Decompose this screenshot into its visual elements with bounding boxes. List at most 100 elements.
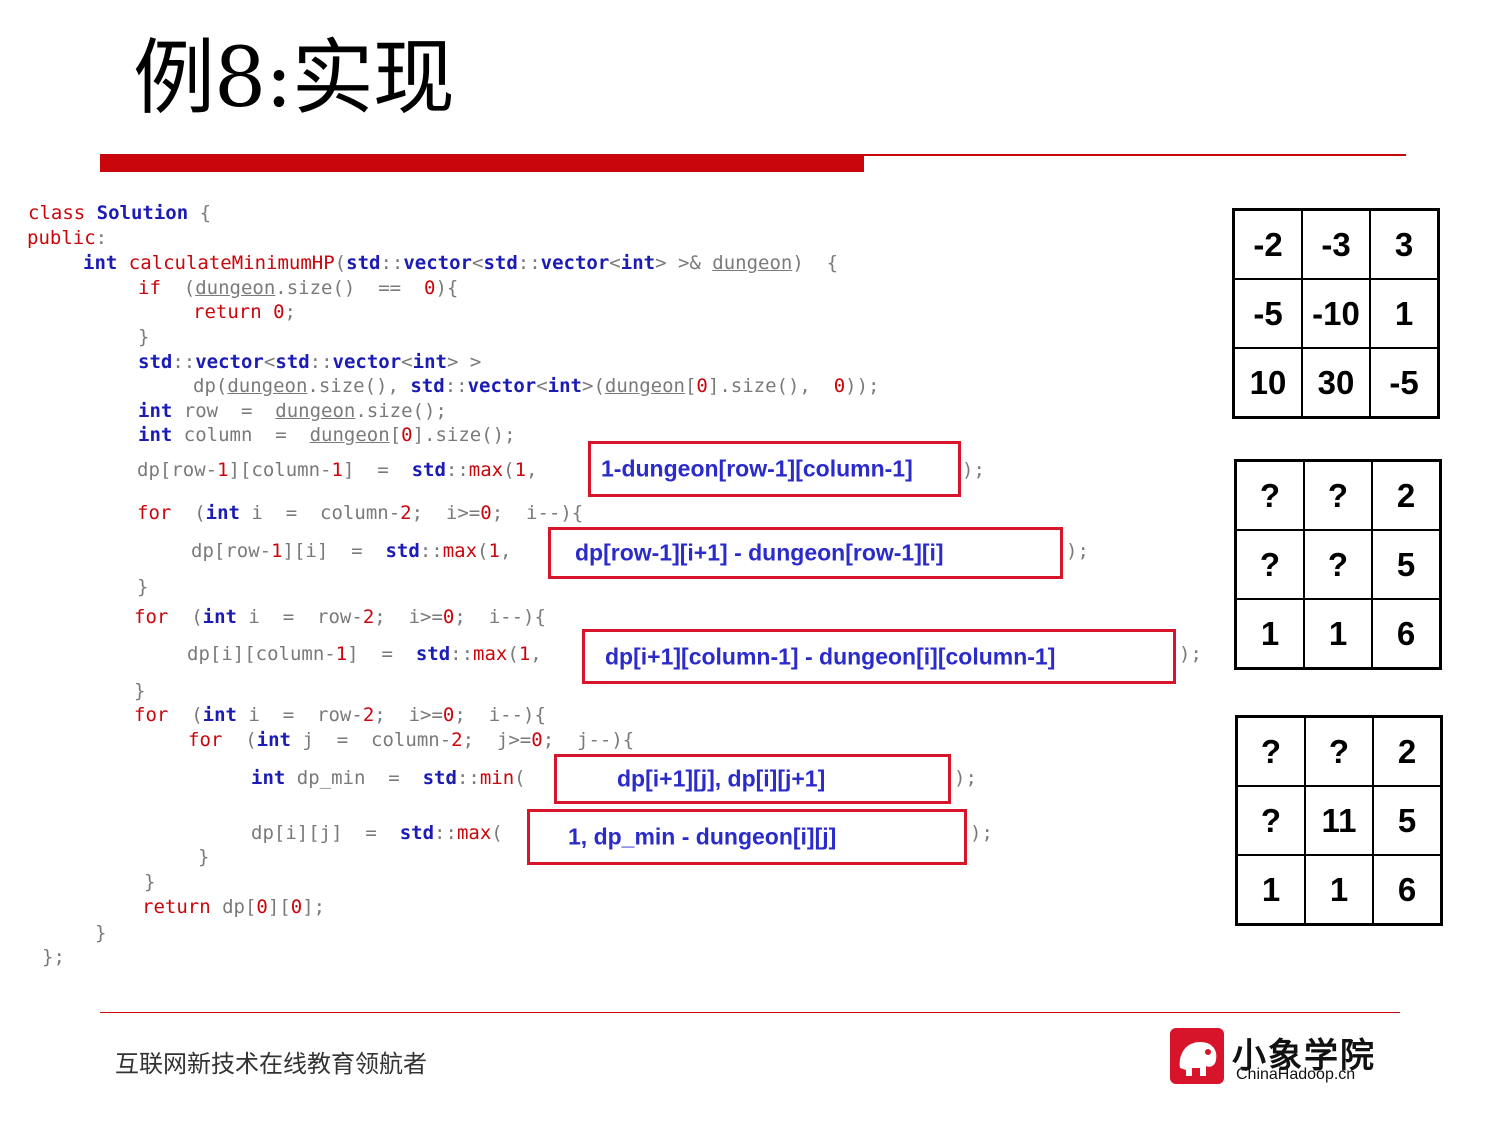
- grid-cell: -3: [1301, 208, 1371, 280]
- code-token: int: [138, 424, 173, 446]
- code-token: dungeon: [227, 375, 308, 397]
- code-line: dp[row-1][column-1] = std::max(1,: [137, 458, 537, 482]
- code-line: class Solution {: [28, 201, 211, 225]
- code-token: dungeon: [275, 400, 356, 422]
- grid-cell: 3: [1369, 208, 1440, 280]
- code-tail: );: [954, 767, 977, 789]
- grid-cell: ?: [1303, 459, 1373, 531]
- code-token: dungeon: [712, 252, 793, 274]
- code-token: <: [263, 351, 276, 373]
- code-token: dungeon: [309, 424, 390, 446]
- grid-cell: 5: [1372, 785, 1443, 856]
- grid-row: ?? 2: [1234, 459, 1442, 531]
- grid-cell: ?: [1304, 715, 1374, 787]
- code-token: ){: [435, 277, 459, 299]
- grid-row: -2 -3 3: [1232, 208, 1440, 280]
- code-token: ][i] =: [282, 540, 386, 562]
- grid-cell: -5: [1369, 347, 1440, 419]
- code-line: }: [144, 870, 155, 894]
- grid-cell: ?: [1234, 529, 1305, 600]
- grid-row: 10 30 -5: [1232, 347, 1440, 419]
- code-line: }: [134, 679, 145, 703]
- code-token: min: [479, 767, 515, 789]
- code-token: (: [507, 643, 519, 665]
- code-line: for (int j = column-2; j>=0; j--){: [188, 728, 634, 752]
- code-token: 1: [217, 459, 229, 481]
- grid-row: 116: [1234, 598, 1442, 670]
- code-token: <: [471, 252, 484, 274]
- code-token: i = column-: [239, 502, 401, 524]
- code-token: ].size(),: [707, 375, 834, 397]
- highlight-box: dp[i+1][column-1] - dungeon[i][column-1]: [582, 629, 1176, 684]
- code-line: dp[row-1][i] = std::max(1,: [191, 539, 511, 563]
- code-token: calculateMinimumHP: [117, 252, 335, 274]
- code-token: dungeon: [195, 277, 276, 299]
- code-token: std: [422, 767, 457, 789]
- code-token: class: [28, 202, 97, 224]
- brand-logo: 小象学院 ChinaHadoop.cn: [1170, 1028, 1390, 1086]
- grid-cell: ?: [1235, 785, 1306, 856]
- code-token: ::: [380, 252, 404, 274]
- code-token: ::: [444, 375, 468, 397]
- code-line: dp(dungeon.size(), std::vector<int>(dung…: [193, 374, 880, 398]
- highlight-text: dp[i+1][j], dp[i][j+1]: [617, 765, 826, 792]
- code-line: return 0;: [193, 300, 296, 324]
- dp-grid: -2 -3 3 -5 -10 1 10 30 -5: [1232, 208, 1440, 419]
- code-token: for: [188, 729, 223, 751]
- code-token: 2: [451, 729, 463, 751]
- code-line: for (int i = column-2; i>=0; i--){: [137, 501, 583, 525]
- code-token: }: [144, 871, 156, 893]
- code-line: for (int i = row-2; i>=0; i--){: [134, 703, 546, 727]
- code-token: vector: [403, 252, 472, 274]
- code-line: int calculateMinimumHP(std::vector<std::…: [83, 251, 838, 275]
- code-line: dp[i][column-1] = std::max(1,: [187, 642, 542, 666]
- code-token: 0: [833, 375, 846, 397]
- code-token: int: [620, 252, 656, 274]
- code-token: vector: [467, 375, 537, 397]
- code-token: for: [134, 606, 169, 628]
- code-token: std: [346, 252, 381, 274]
- code-token: int: [83, 252, 118, 274]
- code-token: ;: [284, 301, 296, 323]
- code-token: std: [415, 643, 451, 665]
- code-token: int: [202, 704, 237, 726]
- code-token: (: [168, 606, 203, 628]
- code-token: dp[: [210, 896, 257, 918]
- code-line: int dp_min = std::min(: [251, 766, 526, 790]
- grid-row: 116: [1235, 854, 1443, 926]
- grid-cell: 1: [1235, 854, 1306, 926]
- code-tail: );: [1179, 643, 1202, 665]
- code-token: ; i--){: [454, 606, 546, 628]
- code-token: ; i>=: [374, 606, 443, 628]
- code-token: {: [188, 202, 212, 224]
- code-token: dp[i][column-: [187, 643, 336, 665]
- code-token: int: [202, 606, 237, 628]
- code-token: 1: [518, 643, 531, 665]
- code-token: ][column-: [228, 459, 332, 481]
- code-token: return: [193, 301, 262, 323]
- dp-grid: ?? 2?? 5 1 1 6: [1234, 459, 1442, 670]
- code-token: (: [160, 277, 196, 299]
- highlight-box: dp[i+1][j], dp[i][j+1]: [554, 754, 951, 804]
- code-token: std: [385, 540, 420, 562]
- code-token: 1: [514, 459, 527, 481]
- highlight-box: dp[row-1][i+1] - dungeon[row-1][i]: [548, 527, 1063, 579]
- code-token: Solution: [96, 202, 189, 224]
- code-token: vector: [332, 351, 402, 373]
- code-token: (: [514, 767, 526, 789]
- grid-row: ?? 5: [1234, 529, 1442, 600]
- code-token: :: [95, 227, 108, 249]
- code-token: ::: [445, 459, 469, 481]
- code-token: max: [456, 822, 492, 844]
- code-token: };: [42, 946, 65, 968]
- code-line: };: [42, 945, 65, 969]
- code-token: std: [138, 351, 173, 373]
- code-token: if: [138, 277, 161, 299]
- code-token: max: [473, 643, 508, 665]
- code-token: ,: [526, 459, 538, 481]
- code-token: ,: [499, 540, 512, 562]
- code-token: }: [137, 576, 149, 598]
- highlight-text: dp[i+1][column-1] - dungeon[i][column-1]: [605, 643, 1056, 669]
- code-token: ];: [302, 896, 326, 918]
- code-line: std::vector<std::vector<int> >: [138, 350, 481, 374]
